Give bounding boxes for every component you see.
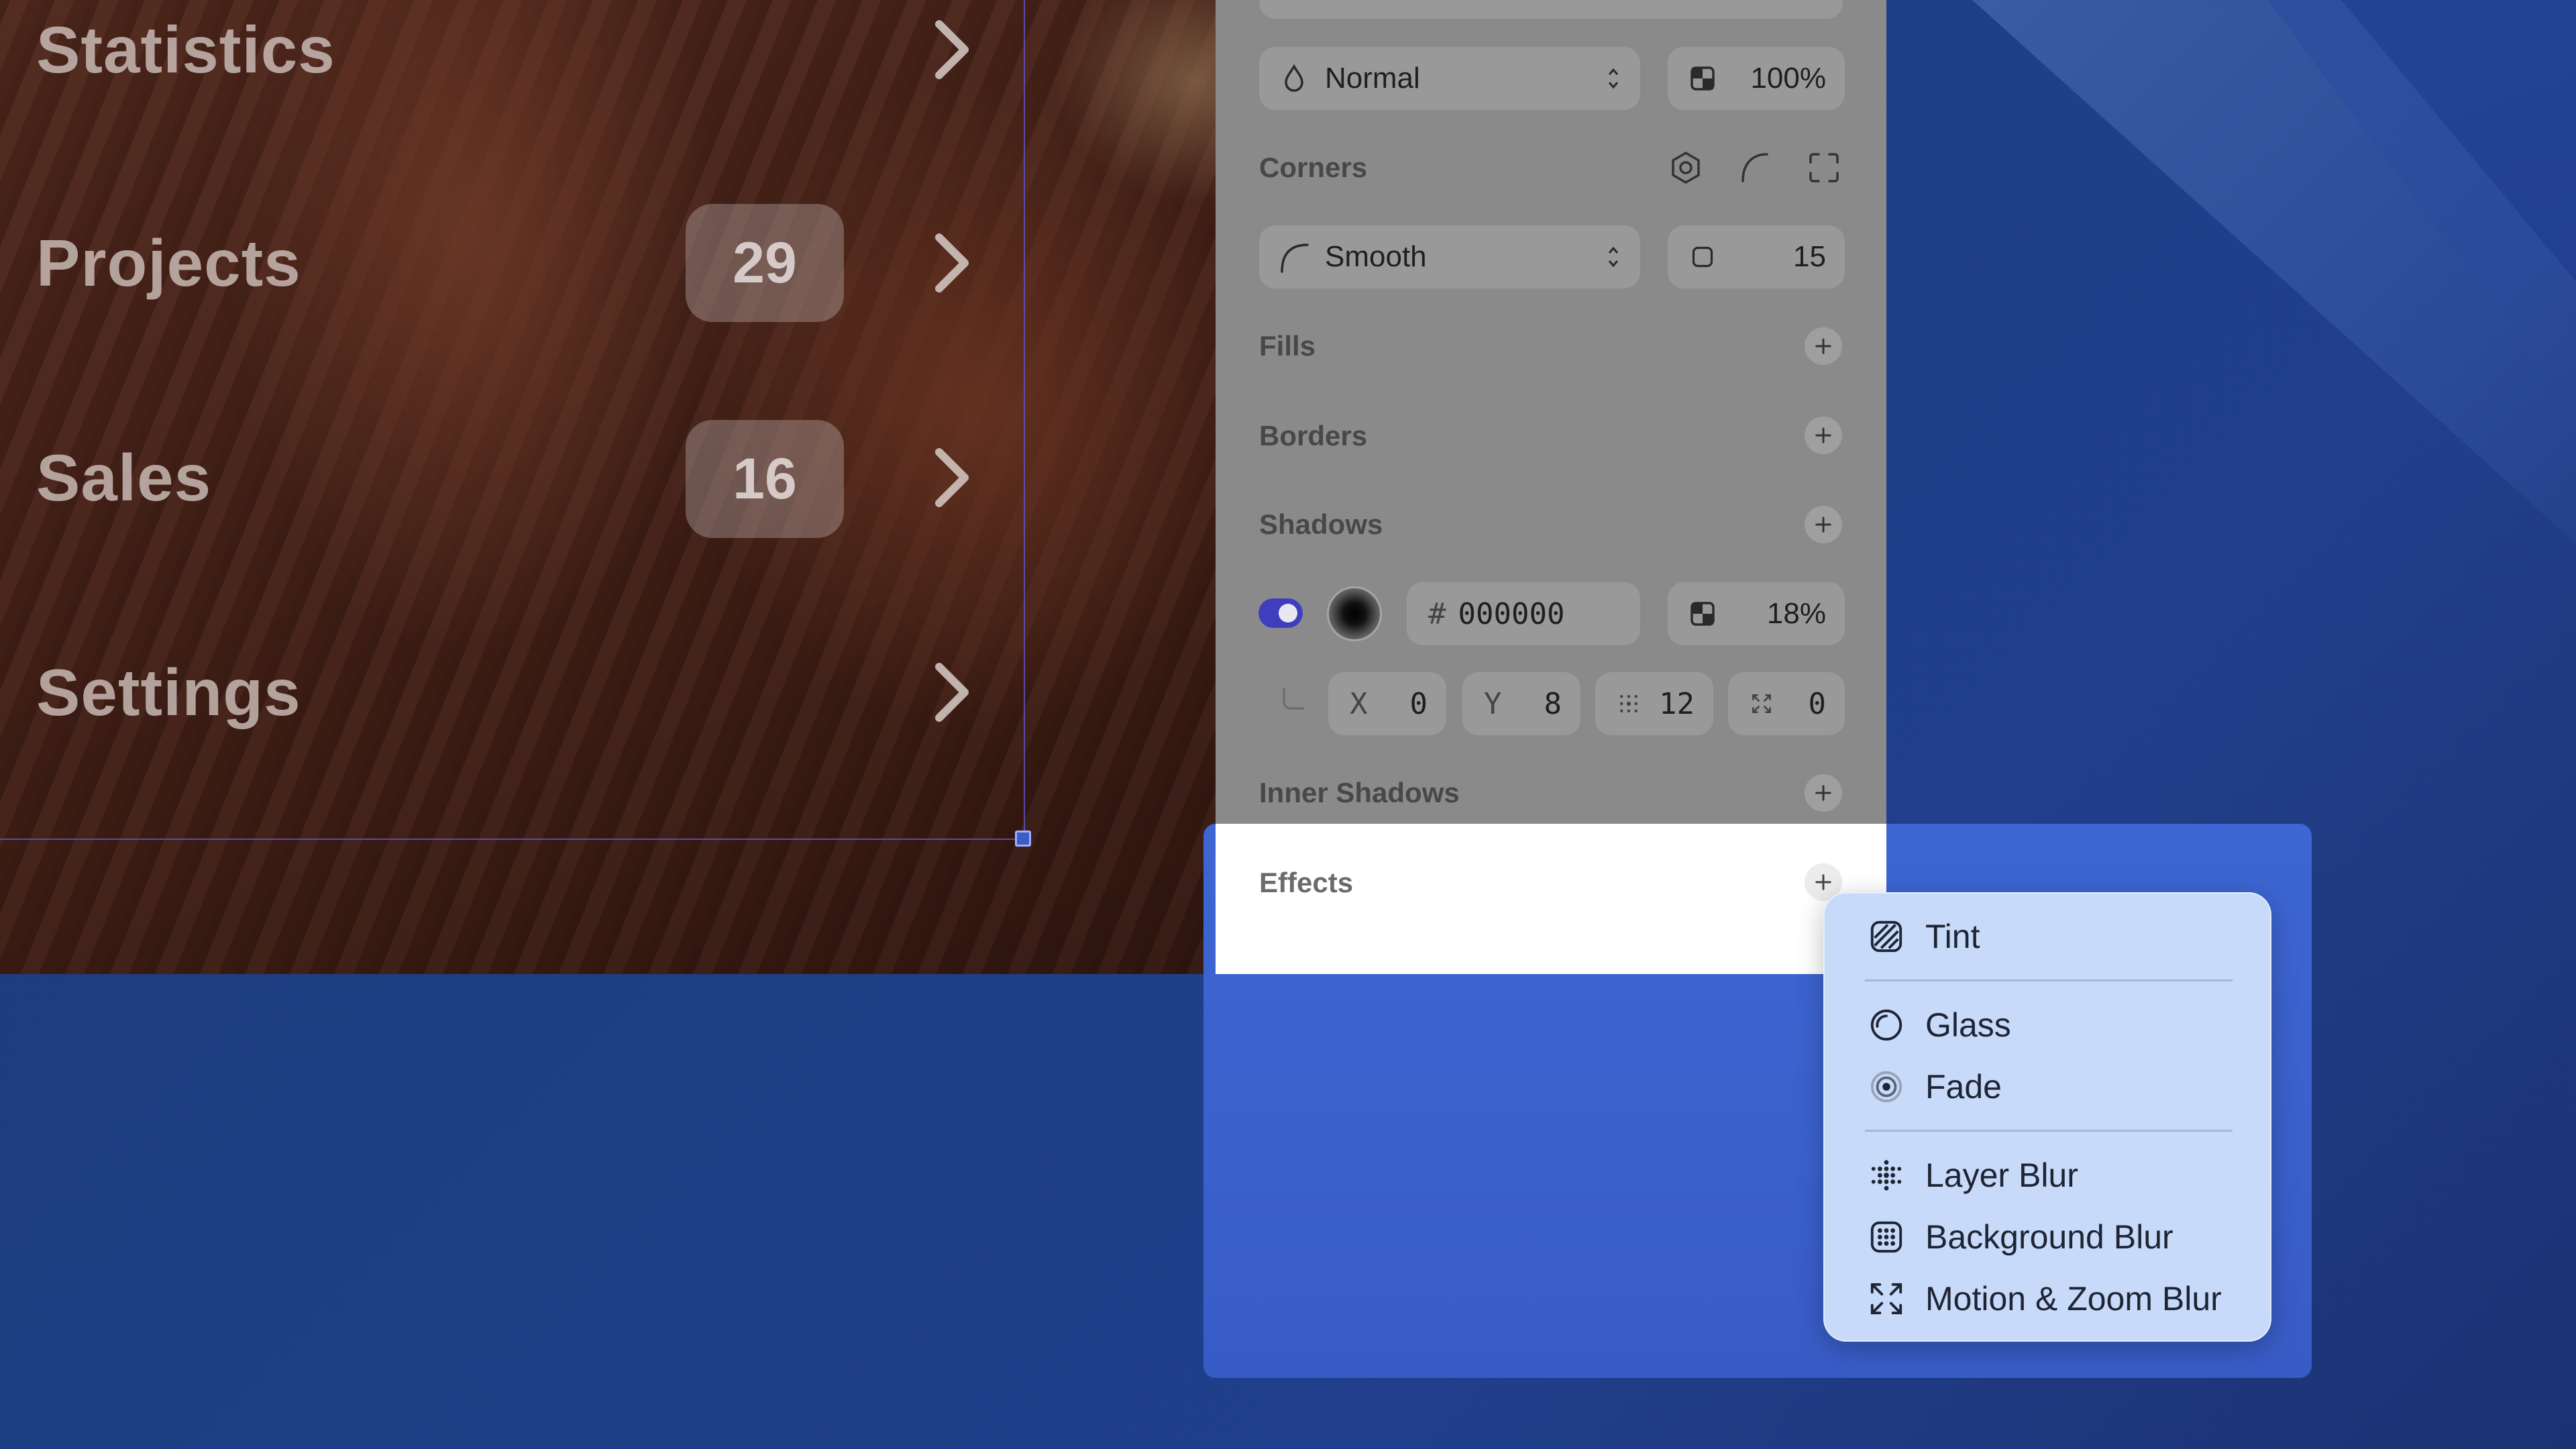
effects-section (1216, 824, 1886, 974)
corner-radius-field[interactable]: 15 (1668, 225, 1845, 288)
shadow-x-field[interactable]: X 0 (1328, 672, 1446, 735)
section-title-corners: Corners (1259, 152, 1368, 183)
menu-item-label: Motion & Zoom Blur (1925, 1280, 2222, 1318)
shadow-y-field[interactable]: Y 8 (1462, 672, 1580, 735)
add-shadow-button[interactable] (1805, 506, 1842, 543)
menu-item-motion-zoom-blur[interactable]: Motion & Zoom Blur (1825, 1268, 2270, 1330)
shadow-opacity-field[interactable]: 18% (1668, 582, 1845, 645)
opacity-field[interactable]: 100% (1668, 47, 1845, 110)
menu-item-background-blur[interactable]: Background Blur (1825, 1206, 2270, 1268)
plus-icon (1815, 338, 1831, 354)
menu-row-projects[interactable]: Projects 29 (36, 204, 975, 322)
corner-expand-icon[interactable] (1805, 149, 1843, 186)
menu-label: Sales (36, 440, 212, 515)
menu-label: Settings (36, 655, 301, 729)
select-stepper-icon (1608, 246, 1619, 268)
x-label: X (1350, 686, 1368, 721)
chevron-right-icon (935, 663, 969, 722)
blend-mode-value: Normal (1325, 62, 1420, 95)
blend-mode-select[interactable]: Normal (1259, 47, 1640, 110)
tint-icon (1868, 918, 1905, 955)
section-title-inner-shadows: Inner Shadows (1259, 777, 1460, 808)
corner-radius-icon[interactable] (1736, 149, 1774, 186)
blur-dots-icon (1613, 688, 1645, 720)
corner-link-icon (1283, 688, 1304, 710)
shadow-x-value: 0 (1409, 686, 1428, 721)
shadow-enabled-toggle[interactable] (1258, 598, 1303, 628)
menu-row-settings[interactable]: Settings (36, 652, 975, 733)
menu-item-label: Layer Blur (1925, 1157, 2078, 1194)
menu-item-fade[interactable]: Fade (1825, 1056, 2270, 1118)
corner-radius-value: 15 (1793, 240, 1826, 273)
plus-icon (1815, 427, 1831, 443)
drop-icon (1278, 62, 1310, 95)
plus-icon (1815, 517, 1831, 533)
hash-label: # (1428, 596, 1446, 631)
add-fill-button[interactable] (1805, 327, 1842, 365)
shadow-blur-value: 12 (1659, 686, 1695, 721)
chevron-right-icon (935, 233, 969, 292)
chevron-right-icon (935, 20, 969, 79)
shadow-opacity-value: 18% (1766, 597, 1826, 630)
spread-icon (1746, 688, 1778, 720)
menu-item-layer-blur[interactable]: Layer Blur (1825, 1144, 2270, 1206)
plus-icon (1815, 874, 1831, 890)
selection-outline (0, 839, 1025, 840)
opacity-icon (1686, 62, 1719, 95)
partial-field[interactable] (1259, 0, 1843, 19)
fade-icon (1868, 1068, 1905, 1106)
count-badge: 29 (686, 204, 844, 322)
y-label: Y (1484, 686, 1502, 721)
corner-style-select[interactable]: Smooth (1259, 225, 1640, 288)
opacity-icon (1686, 598, 1719, 630)
shadow-color-swatch[interactable] (1327, 586, 1382, 641)
glass-icon (1868, 1006, 1905, 1044)
canvas-preview[interactable]: Statistics Projects 29 Sales 16 Settings (0, 0, 1216, 974)
corner-style-value: Smooth (1325, 240, 1427, 273)
menu-item-label: Fade (1925, 1068, 2002, 1106)
menu-row-statistics[interactable]: Statistics (36, 9, 975, 90)
menu-separator (1865, 1130, 2233, 1132)
menu-row-sales[interactable]: Sales 16 (36, 420, 975, 538)
effects-dropdown-menu: Tint Glass Fade Layer Blur Background Bl… (1823, 892, 2271, 1342)
shadow-spread-field[interactable]: 0 (1728, 672, 1845, 735)
selection-outline (1024, 0, 1025, 840)
count-badge: 16 (686, 420, 844, 538)
section-title-shadows: Shadows (1259, 508, 1383, 540)
shadow-spread-value: 0 (1808, 686, 1827, 721)
menu-label: Statistics (36, 12, 335, 87)
section-title-fills: Fills (1259, 330, 1316, 362)
add-inner-shadow-button[interactable] (1805, 774, 1842, 812)
menu-item-glass[interactable]: Glass (1825, 994, 2270, 1056)
layer-blur-icon (1868, 1157, 1905, 1194)
section-title-borders: Borders (1259, 420, 1368, 451)
shadow-color-hex-field[interactable]: # 000000 (1407, 582, 1640, 645)
shadow-blur-field[interactable]: 12 (1595, 672, 1713, 735)
chevron-right-icon (935, 448, 969, 507)
shadow-color-hex-value: 000000 (1458, 596, 1565, 631)
corner-polygon-icon[interactable] (1667, 149, 1705, 186)
menu-separator (1865, 979, 2233, 981)
add-border-button[interactable] (1805, 417, 1842, 454)
menu-label: Projects (36, 225, 301, 300)
menu-item-label: Tint (1925, 918, 1980, 955)
menu-item-label: Glass (1925, 1006, 2011, 1044)
corner-smooth-icon (1278, 241, 1310, 273)
menu-item-tint[interactable]: Tint (1825, 906, 2270, 967)
select-stepper-icon (1608, 68, 1619, 89)
menu-item-label: Background Blur (1925, 1218, 2174, 1256)
section-title-effects: Effects (1259, 867, 1354, 898)
background-blur-icon (1868, 1218, 1905, 1256)
resize-handle[interactable] (1015, 830, 1031, 847)
rounded-square-icon (1686, 241, 1719, 273)
motion-zoom-blur-icon (1868, 1280, 1905, 1318)
shadow-y-value: 8 (1544, 686, 1562, 721)
plus-icon (1815, 785, 1831, 801)
opacity-value: 100% (1750, 62, 1826, 95)
